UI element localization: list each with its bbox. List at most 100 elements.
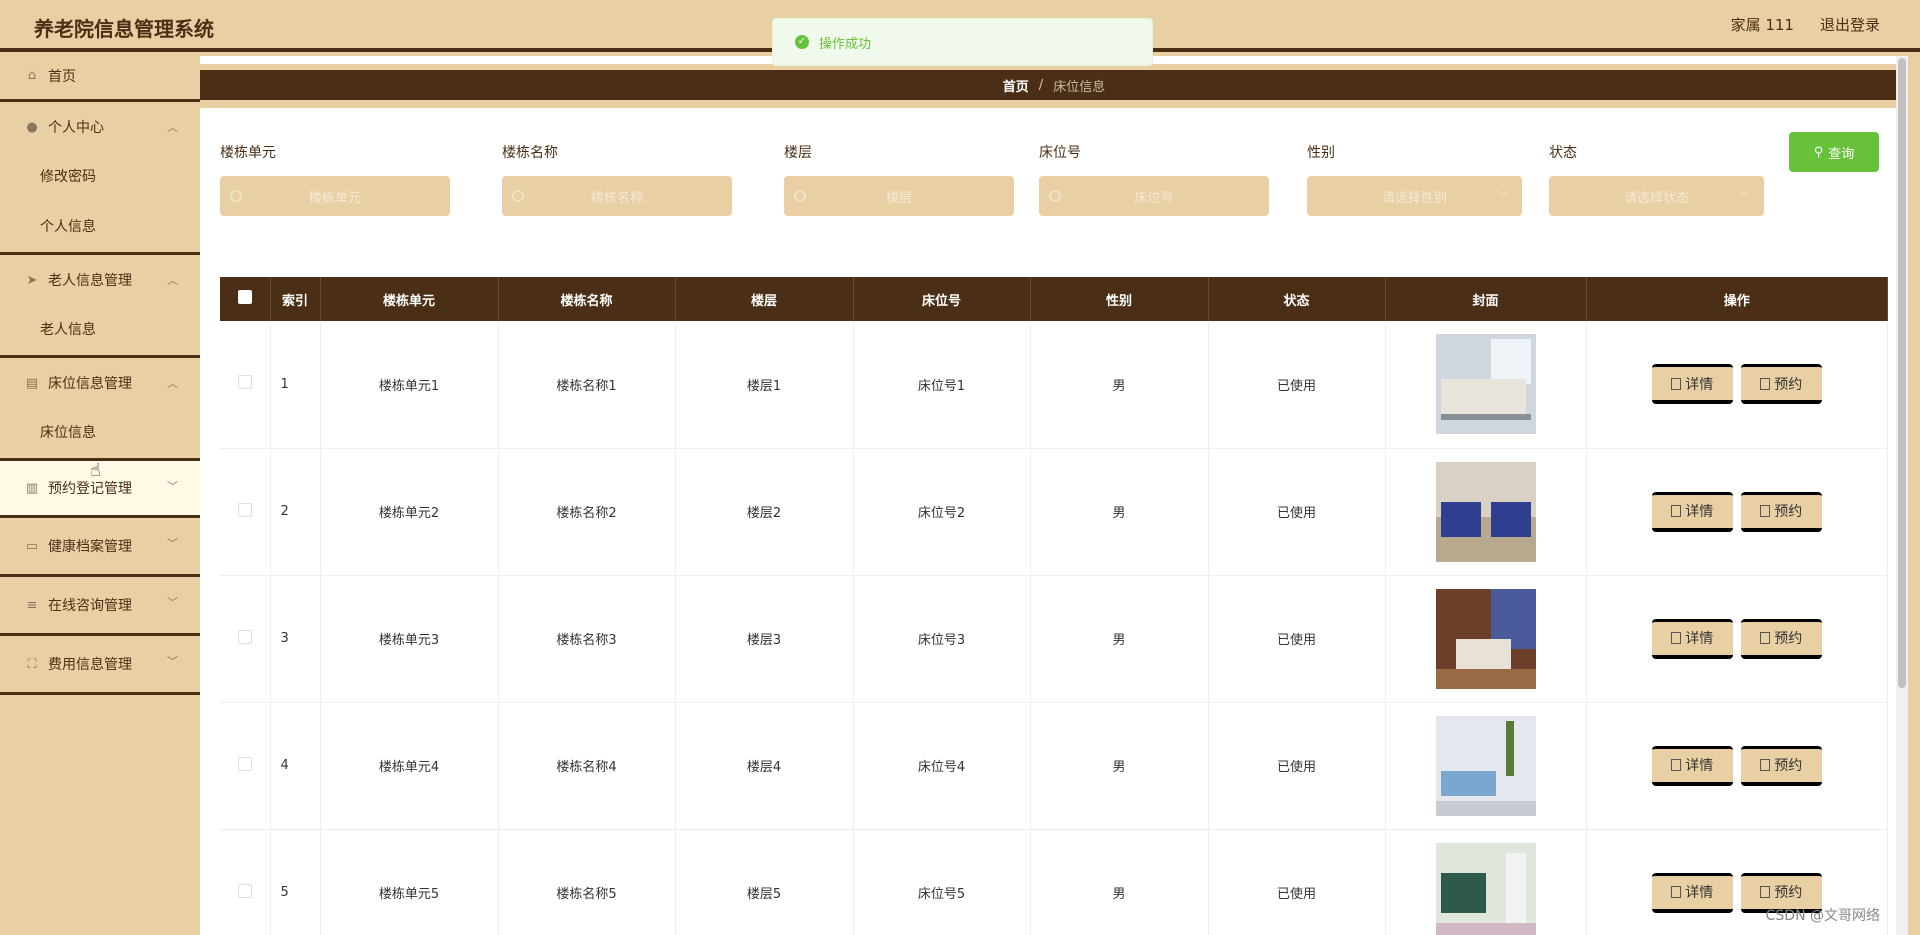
sidebar-subitem-change-password[interactable]: 修改密码 bbox=[0, 152, 200, 202]
floor-input[interactable]: 楼层 bbox=[784, 176, 1014, 216]
sidebar-item-consult[interactable]: ≡ 在线咨询管理 ﹀ bbox=[0, 577, 200, 636]
sidebar-group-bed: ▤ 床位信息管理 ︿ 床位信息 bbox=[0, 358, 200, 461]
sidebar-item-health[interactable]: ▭ 健康档案管理 ﹀ bbox=[0, 518, 200, 577]
cell-status: 已使用 bbox=[1208, 702, 1386, 830]
book-button[interactable]: 预约 bbox=[1740, 745, 1822, 786]
book-button[interactable]: 预约 bbox=[1740, 618, 1822, 659]
row-checkbox[interactable] bbox=[237, 502, 252, 517]
sidebar: ⌂ 首页 ● 个人中心 ︿ 修改密码 个人信息 ➤ 老人信息管理 ︿ 老人信息 … bbox=[0, 52, 200, 935]
main-content: 首页 / 床位信息 楼栋单元 楼栋单元 楼栋名称 楼栋名称 楼层 楼层 床位号 … bbox=[200, 56, 1908, 935]
detail-button[interactable]: 详情 bbox=[1651, 745, 1733, 786]
cover-image[interactable] bbox=[1435, 588, 1536, 689]
cell-floor: 楼层4 bbox=[675, 702, 854, 830]
table-header-row: 索引 楼栋单元 楼栋名称 楼层 床位号 性别 状态 封面 操作 bbox=[220, 277, 1888, 321]
book-button[interactable]: 预约 bbox=[1740, 364, 1822, 405]
input-placeholder: 楼栋名称 bbox=[590, 190, 643, 206]
cover-image[interactable] bbox=[1435, 461, 1536, 562]
book-label: 预约 bbox=[1774, 504, 1803, 520]
building-name-input[interactable]: 楼栋名称 bbox=[502, 176, 732, 216]
document-icon bbox=[1671, 886, 1682, 898]
sidebar-item-label: 在线咨询管理 bbox=[48, 598, 132, 614]
field-label: 楼栋名称 bbox=[502, 145, 558, 161]
field-label: 楼栋单元 bbox=[220, 145, 276, 161]
select-all-cell bbox=[220, 277, 271, 321]
book-button[interactable]: 预约 bbox=[1740, 491, 1822, 532]
document-icon bbox=[1760, 377, 1771, 390]
sidebar-item-fee[interactable]: ⛶ 费用信息管理 ﹀ bbox=[0, 636, 200, 695]
field-label: 床位号 bbox=[1039, 145, 1081, 161]
cell-actions: 详情 预约 bbox=[1586, 321, 1888, 449]
vertical-scrollbar[interactable] bbox=[1896, 56, 1908, 935]
field-label: 楼层 bbox=[784, 145, 812, 161]
breadcrumb-home[interactable]: 首页 bbox=[1003, 76, 1029, 95]
cell-actions: 详情 预约 bbox=[1586, 702, 1888, 830]
col-header: 状态 bbox=[1208, 277, 1386, 321]
cell-building-name: 楼栋名称2 bbox=[498, 448, 676, 576]
scrollbar-thumb[interactable] bbox=[1898, 58, 1906, 688]
user-icon: ● bbox=[26, 119, 38, 135]
row-select-cell bbox=[220, 321, 271, 449]
cell-building-name: 楼栋名称1 bbox=[498, 321, 676, 449]
cell-building-name: 楼栋名称4 bbox=[498, 702, 676, 830]
header-user-area: 家属 111 退出登录 bbox=[1731, 14, 1880, 35]
chevron-down-icon: ﹀ bbox=[167, 655, 178, 668]
chevron-up-icon: ︿ bbox=[167, 121, 178, 134]
field-label: 状态 bbox=[1549, 145, 1577, 161]
toast-message: 操作成功 bbox=[819, 36, 872, 52]
document-icon bbox=[1760, 632, 1771, 644]
sidebar-item-label: 个人中心 bbox=[48, 120, 104, 136]
row-select-cell bbox=[220, 448, 271, 576]
sidebar-subitem-profile[interactable]: 个人信息 bbox=[0, 202, 200, 252]
bed-number-input[interactable]: 床位号 bbox=[1039, 176, 1269, 216]
cell-cover bbox=[1385, 702, 1587, 830]
breadcrumb-bar: 首页 / 床位信息 bbox=[200, 64, 1908, 108]
sidebar-item-personal[interactable]: ● 个人中心 ︿ bbox=[0, 102, 200, 152]
book-label: 预约 bbox=[1774, 376, 1803, 393]
search-icon: ⚲ bbox=[1813, 144, 1824, 160]
select-all-checkbox[interactable] bbox=[237, 290, 252, 304]
gender-select[interactable]: 请选择性别 ﹀ bbox=[1307, 176, 1522, 216]
row-checkbox[interactable] bbox=[237, 375, 252, 390]
cover-image[interactable] bbox=[1435, 334, 1536, 435]
table-row: 3 楼栋单元3 楼栋名称3 楼层3 床位号3 男 已使用 详情 预约 bbox=[220, 575, 1888, 703]
mouse-pointer-icon: ☝ bbox=[90, 460, 101, 481]
sidebar-item-elder[interactable]: ➤ 老人信息管理 ︿ bbox=[0, 255, 200, 305]
col-header: 索引 bbox=[270, 277, 321, 321]
col-header: 楼层 bbox=[675, 277, 854, 321]
sidebar-subitem-elder-info[interactable]: 老人信息 bbox=[0, 305, 200, 355]
unit-input[interactable]: 楼栋单元 bbox=[220, 176, 450, 216]
sidebar-subitem-bed-info[interactable]: 床位信息 bbox=[0, 408, 200, 458]
row-checkbox[interactable] bbox=[237, 883, 252, 898]
chevron-up-icon: ︿ bbox=[167, 274, 178, 287]
row-checkbox[interactable] bbox=[237, 756, 252, 771]
col-header: 性别 bbox=[1030, 277, 1209, 321]
query-button-label: 查询 bbox=[1828, 146, 1855, 162]
detail-button[interactable]: 详情 bbox=[1651, 364, 1733, 405]
detail-button[interactable]: 详情 bbox=[1651, 872, 1733, 913]
document-icon bbox=[1760, 505, 1771, 517]
cover-image[interactable] bbox=[1435, 715, 1536, 816]
row-checkbox[interactable] bbox=[237, 629, 252, 644]
cell-index: 2 bbox=[270, 448, 321, 576]
document-icon bbox=[1760, 759, 1771, 771]
query-button[interactable]: ⚲ 查询 bbox=[1789, 132, 1879, 172]
row-select-cell bbox=[220, 702, 271, 830]
cell-gender: 男 bbox=[1030, 575, 1209, 703]
chevron-down-icon: ﹀ bbox=[167, 480, 178, 493]
cell-bed-number: 床位号2 bbox=[853, 448, 1031, 576]
cover-image[interactable] bbox=[1435, 842, 1536, 935]
detail-button[interactable]: 详情 bbox=[1651, 491, 1733, 532]
document-icon bbox=[1671, 505, 1682, 517]
clipboard-icon: ▤ bbox=[25, 375, 39, 391]
logout-link[interactable]: 退出登录 bbox=[1820, 14, 1880, 35]
detail-label: 详情 bbox=[1685, 504, 1714, 520]
breadcrumb-separator: / bbox=[1038, 77, 1044, 93]
status-select[interactable]: 请选择状态 ﹀ bbox=[1549, 176, 1764, 216]
detail-button[interactable]: 详情 bbox=[1651, 618, 1733, 659]
check-circle-icon: ✓ bbox=[795, 35, 809, 49]
sidebar-item-bed[interactable]: ▤ 床位信息管理 ︿ bbox=[0, 358, 200, 408]
success-toast: ✓ 操作成功 bbox=[772, 18, 1153, 66]
table-row: 2 楼栋单元2 楼栋名称2 楼层2 床位号2 男 已使用 详情 预约 bbox=[220, 448, 1888, 576]
sidebar-item-home[interactable]: ⌂ 首页 bbox=[0, 52, 200, 102]
select-placeholder: 请选择状态 bbox=[1623, 190, 1689, 206]
